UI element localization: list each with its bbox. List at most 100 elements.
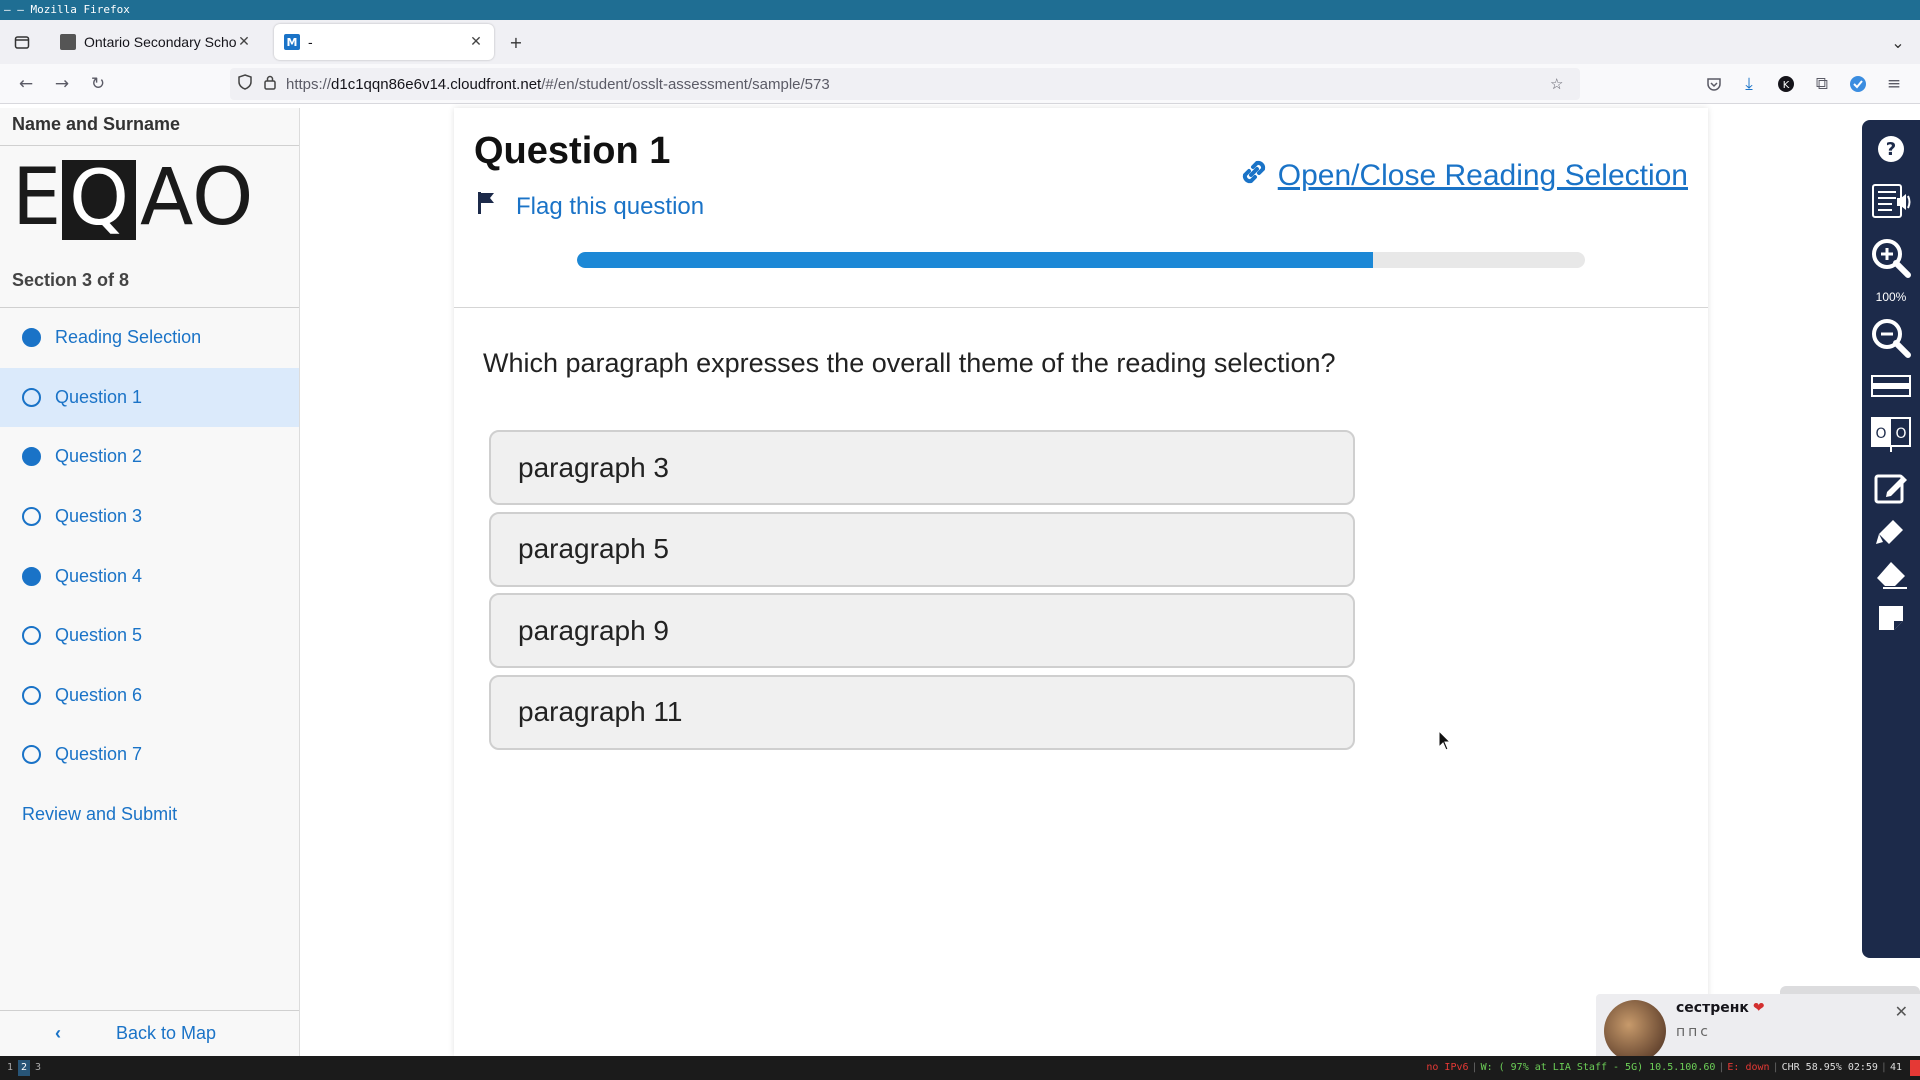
sidebar-item-question-1[interactable]: Question 1 <box>0 367 299 428</box>
filled-circle-icon <box>22 328 41 348</box>
question-panel: Question 1 Flag this question Open/Close… <box>454 108 1708 1056</box>
url-path: /#/en/student/osslt-assessment/sample/57… <box>541 75 830 93</box>
question-header: Question 1 Flag this question Open/Close… <box>454 108 1708 308</box>
svg-text:K: K <box>1783 80 1790 91</box>
notepad-icon[interactable] <box>1862 468 1920 508</box>
close-tab-icon[interactable]: ✕ <box>468 34 484 50</box>
text-to-speech-icon[interactable] <box>1862 178 1920 224</box>
flag-question-button[interactable]: Flag this question <box>476 190 704 223</box>
open-close-reading-selection-link[interactable]: Open/Close Reading Selection <box>1238 156 1688 196</box>
review-and-submit-link[interactable]: Review and Submit <box>0 785 299 845</box>
answer-option[interactable]: paragraph 5 <box>489 511 1355 587</box>
student-name: Name and Surname <box>0 108 299 146</box>
reload-icon[interactable]: ↻ <box>86 72 110 96</box>
highlighter-icon[interactable] <box>1862 512 1920 552</box>
notification-sender: сестренк ❤ <box>1676 1000 1765 1016</box>
shield-icon[interactable] <box>238 74 264 94</box>
firefox-view-icon[interactable] <box>10 30 34 54</box>
list-all-tabs-icon[interactable]: ⌄ <box>1886 30 1910 54</box>
zoom-out-icon[interactable] <box>1862 314 1920 362</box>
empty-circle-icon <box>22 626 41 646</box>
svg-text:Q: Q <box>69 156 129 242</box>
filled-circle-icon <box>22 447 41 467</box>
svg-text:O: O <box>1895 426 1906 442</box>
eqao-logo: E Q AO <box>0 146 299 256</box>
sidebar-item-label: Question 1 <box>55 386 143 407</box>
zoom-in-icon[interactable] <box>1862 234 1920 282</box>
extensions-icon[interactable]: ⧉ <box>1810 72 1834 96</box>
svg-text:AO: AO <box>140 156 253 243</box>
downloads-icon[interactable]: ⤓ <box>1737 72 1761 96</box>
line-reader-icon[interactable] <box>1862 370 1920 402</box>
flag-icon <box>476 190 500 223</box>
close-tab-icon[interactable]: ✕ <box>236 34 252 50</box>
heart-icon: ❤ <box>1752 1000 1765 1016</box>
sidebar-item-question-5[interactable]: Question 5 <box>0 606 299 666</box>
filled-circle-icon <box>22 566 41 586</box>
back-to-map-label: Back to Map <box>116 1023 217 1043</box>
answer-option[interactable]: paragraph 9 <box>489 593 1355 668</box>
status-indicators: no IPv6 | W: ( 97% at LIA Staff - 5G) 10.5… <box>1426 1062 1902 1073</box>
window-title: – – Mozilla Firefox <box>4 3 130 16</box>
workspace-2[interactable]: 2 <box>18 1060 30 1076</box>
message-notification[interactable]: сестренк ❤ ппс ✕ <box>1596 994 1920 1062</box>
answer-option[interactable]: paragraph 11 <box>489 674 1355 750</box>
sidebar-item-question-2[interactable]: Question 2 <box>0 427 299 487</box>
answer-options: paragraph 3 paragraph 5 paragraph 9 para… <box>489 430 1355 756</box>
avatar <box>1604 1000 1666 1062</box>
workspace-1[interactable]: 1 <box>4 1060 16 1076</box>
back-to-map-button[interactable]: ‹ Back to Map <box>0 1010 299 1056</box>
sidebar-item-question-6[interactable]: Question 6 <box>0 666 299 726</box>
sidebar-item-label: Question 7 <box>55 744 143 765</box>
eraser-icon[interactable] <box>1862 556 1920 594</box>
bookmark-star-icon[interactable]: ☆ <box>1550 75 1580 93</box>
mouse-cursor-icon <box>1438 729 1452 756</box>
url-prefix: https:// <box>286 75 332 93</box>
system-status-bar: 1 2 3 no IPv6 | W: ( 97% at LIA Staff - 5G… <box>0 1056 1920 1080</box>
sidebar-item-label: Question 3 <box>55 506 143 527</box>
sidebar-item-question-7[interactable]: Question 7 <box>0 725 299 785</box>
sidebar-item-question-3[interactable]: Question 3 <box>0 487 299 547</box>
workspace-3[interactable]: 3 <box>32 1060 44 1076</box>
ipv6-status: no IPv6 <box>1426 1062 1469 1073</box>
question-prompt: Which paragraph expresses the overall th… <box>483 348 1336 378</box>
sidebar-item-reading-selection[interactable]: Reading Selection <box>0 308 299 368</box>
status-extra: 41 <box>1889 1062 1902 1073</box>
question-title: Question 1 <box>474 130 671 172</box>
empty-circle-icon <box>22 387 41 407</box>
tab-ontario-secondary-school[interactable]: Ontario Secondary School ✕ <box>50 24 262 60</box>
m-favicon-icon: M <box>284 34 300 50</box>
sidebar-item-question-4[interactable]: Question 4 <box>0 546 299 606</box>
lock-icon[interactable] <box>264 75 286 94</box>
flag-label: Flag this question <box>516 192 705 220</box>
empty-circle-icon <box>22 507 41 527</box>
ethernet-status: E: down <box>1727 1062 1770 1073</box>
forward-icon[interactable]: → <box>50 72 74 96</box>
svg-text:O: O <box>1875 426 1886 442</box>
extension-icon[interactable] <box>1846 72 1870 96</box>
svg-text:E: E <box>12 156 61 243</box>
pocket-icon[interactable] <box>1702 72 1726 96</box>
tab-active[interactable]: M - ✕ <box>274 24 494 60</box>
chevron-left-icon: ‹ <box>55 1023 61 1043</box>
sidebar-item-label: Question 6 <box>55 684 143 705</box>
sidebar-item-label: Question 4 <box>55 565 143 586</box>
wifi-status: W: ( 97% at LIA Staff - 5G) 10.5.100.60 <box>1480 1062 1716 1073</box>
window-titlebar: – – Mozilla Firefox <box>0 0 1920 20</box>
eqao-favicon-icon <box>60 34 76 50</box>
close-icon[interactable]: ✕ <box>1895 1002 1908 1021</box>
progress-bar-fill <box>577 252 1374 268</box>
url-bar[interactable]: https://d1c1qqn86e6v14.cloudfront.net/#/… <box>230 68 1580 100</box>
notification-message: ппс <box>1676 1024 1712 1040</box>
new-tab-icon[interactable]: + <box>504 30 528 54</box>
battery-status: CHR 58.95% 02:59 <box>1781 1062 1878 1073</box>
account-icon[interactable]: K <box>1774 72 1798 96</box>
sticky-note-icon[interactable] <box>1862 600 1920 636</box>
back-icon[interactable]: ← <box>14 72 38 96</box>
menu-icon[interactable]: ≡ <box>1882 72 1906 96</box>
link-icon <box>1238 156 1270 196</box>
help-icon[interactable]: ? <box>1862 132 1920 166</box>
status-corner-indicator <box>1910 1060 1920 1076</box>
hi-contrast-icon[interactable]: OO <box>1862 414 1920 456</box>
answer-option[interactable]: paragraph 3 <box>489 430 1355 505</box>
